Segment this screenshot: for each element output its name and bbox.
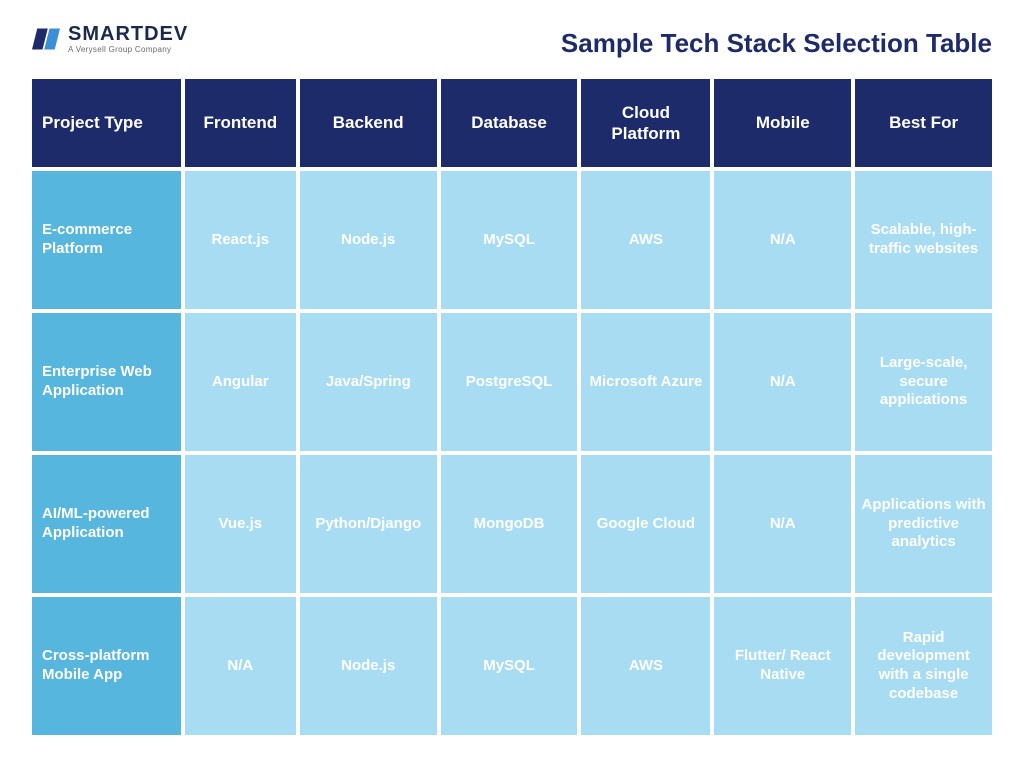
table-row: E-commerce Platform React.js Node.js MyS… xyxy=(32,171,992,309)
cell-backend: Python/Django xyxy=(300,455,437,593)
brand-logo: SMARTDEV A Verysell Group Company xyxy=(32,24,188,54)
col-header-mobile: Mobile xyxy=(714,79,851,167)
cell-frontend: N/A xyxy=(185,597,296,735)
table-row: Enterprise Web Application Angular Java/… xyxy=(32,313,992,451)
cell-best-for: Large-scale, secure applications xyxy=(855,313,992,451)
cell-cloud: Google Cloud xyxy=(581,455,710,593)
brand-text: SMARTDEV A Verysell Group Company xyxy=(68,24,188,54)
brand-tagline: A Verysell Group Company xyxy=(68,46,188,54)
cell-frontend: Vue.js xyxy=(185,455,296,593)
cell-mobile: N/A xyxy=(714,313,851,451)
col-header-frontend: Frontend xyxy=(185,79,296,167)
cell-mobile: Flutter/ React Native xyxy=(714,597,851,735)
brand-name: SMARTDEV xyxy=(68,24,188,44)
cell-database: MySQL xyxy=(441,171,578,309)
cell-project-type: AI/ML-powered Application xyxy=(32,455,181,593)
col-header-backend: Backend xyxy=(300,79,437,167)
col-header-cloud: Cloud Platform xyxy=(581,79,710,167)
cell-frontend: Angular xyxy=(185,313,296,451)
tech-stack-table: Project Type Frontend Backend Database C… xyxy=(32,79,992,735)
cell-database: MySQL xyxy=(441,597,578,735)
cell-frontend: React.js xyxy=(185,171,296,309)
page-title: Sample Tech Stack Selection Table xyxy=(561,28,992,59)
table-header-row: Project Type Frontend Backend Database C… xyxy=(32,79,992,167)
col-header-best-for: Best For xyxy=(855,79,992,167)
cell-best-for: Rapid development with a single codebase xyxy=(855,597,992,735)
cell-project-type: E-commerce Platform xyxy=(32,171,181,309)
cell-cloud: AWS xyxy=(581,171,710,309)
col-header-database: Database xyxy=(441,79,578,167)
cell-backend: Java/Spring xyxy=(300,313,437,451)
brand-logo-icon xyxy=(32,25,60,53)
col-header-project-type: Project Type xyxy=(32,79,181,167)
cell-best-for: Applications with predictive analytics xyxy=(855,455,992,593)
table-row: AI/ML-powered Application Vue.js Python/… xyxy=(32,455,992,593)
table-row: Cross-platform Mobile App N/A Node.js My… xyxy=(32,597,992,735)
cell-project-type: Cross-platform Mobile App xyxy=(32,597,181,735)
cell-best-for: Scalable, high-traffic websites xyxy=(855,171,992,309)
cell-project-type: Enterprise Web Application xyxy=(32,313,181,451)
cell-backend: Node.js xyxy=(300,171,437,309)
cell-database: MongoDB xyxy=(441,455,578,593)
cell-cloud: AWS xyxy=(581,597,710,735)
header: SMARTDEV A Verysell Group Company Sample… xyxy=(32,24,992,59)
cell-database: PostgreSQL xyxy=(441,313,578,451)
cell-backend: Node.js xyxy=(300,597,437,735)
cell-mobile: N/A xyxy=(714,171,851,309)
cell-cloud: Microsoft Azure xyxy=(581,313,710,451)
cell-mobile: N/A xyxy=(714,455,851,593)
